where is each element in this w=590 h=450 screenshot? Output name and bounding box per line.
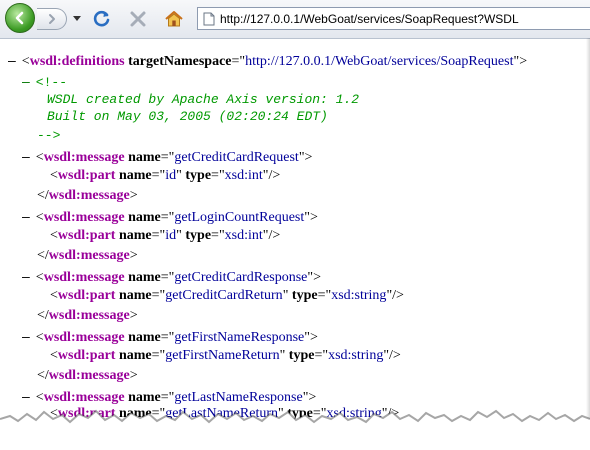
forward-button[interactable] (37, 8, 67, 30)
xml-part: <wsdl:part name="getCreditCardReturn" ty… (50, 288, 404, 303)
xml-attribute-value: http://127.0.0.1/WebGoat/services/SoapRe… (245, 54, 514, 69)
browser-toolbar: http://127.0.0.1/WebGoat/services/SoapRe… (0, 0, 590, 39)
history-dropdown-button[interactable] (71, 13, 83, 25)
refresh-button[interactable] (90, 7, 114, 31)
xml-part: <wsdl:part name="getFirstNameReturn" typ… (50, 348, 401, 363)
stop-icon (130, 11, 146, 27)
xml-document: – <wsdl:definitions targetNamespace="http… (0, 39, 590, 450)
address-bar[interactable]: http://127.0.0.1/WebGoat/services/SoapRe… (197, 7, 590, 30)
home-icon (165, 11, 183, 27)
xml-comment-line: WSDL created by Apache Axis version: 1.2 (47, 92, 360, 107)
xml-part: <wsdl:part name="id" type="xsd:int"/> (50, 228, 281, 243)
navigation-buttons (5, 3, 87, 35)
xml-message-close: </wsdl:message> (37, 426, 138, 441)
xml-message-close: </wsdl:message> (37, 248, 138, 263)
back-icon (15, 11, 24, 25)
xml-message-open: – <wsdl:message name="getFirstNameRespons… (22, 328, 318, 345)
xml-part: <wsdl:part name="id" type="xsd:int"/> (50, 168, 281, 183)
xml-message-open: – <wsdl:message name="getLastNameResponse… (22, 388, 317, 405)
collapse-toggle[interactable]: – (22, 208, 30, 224)
xml-message-open: – <wsdl:message name="getCreditCardRespon… (22, 268, 321, 285)
stop-button[interactable] (126, 7, 150, 31)
xml-message-close: </wsdl:message> (37, 368, 138, 383)
collapse-toggle[interactable]: – (8, 52, 16, 68)
page-icon (198, 8, 220, 29)
home-button[interactable] (162, 7, 186, 31)
xml-message-close: </wsdl:message> (37, 308, 138, 323)
xml-tag: wsdl:definitions (29, 54, 125, 69)
xml-message-close: </wsdl:message> (37, 188, 138, 203)
xml-message-open: – <wsdl:message name="getCreditCardReques… (22, 148, 313, 165)
forward-icon (48, 14, 55, 24)
xml-comment-close: --> (37, 128, 61, 143)
edge-shadow (586, 38, 590, 450)
url-text[interactable]: http://127.0.0.1/WebGoat/services/SoapRe… (220, 12, 519, 26)
collapse-toggle[interactable]: – (22, 73, 30, 89)
collapse-toggle[interactable]: – (22, 388, 30, 404)
collapse-toggle[interactable]: – (22, 328, 30, 344)
collapse-toggle[interactable]: – (22, 268, 30, 284)
xml-comment-open: – <!-- (22, 73, 68, 90)
xml-attribute: targetNamespace (128, 54, 232, 69)
refresh-icon (93, 10, 110, 27)
xml-root-line: – <wsdl:definitions targetNamespace="http… (8, 52, 528, 69)
xml-comment-line: Built on May 03, 2005 (02:20:24 EDT) (47, 109, 328, 124)
collapse-toggle[interactable]: – (22, 148, 30, 164)
back-button[interactable] (5, 3, 35, 33)
xml-part: <wsdl:part name="getLastNameReturn" type… (50, 406, 400, 421)
history-dropdown-icon (73, 16, 81, 21)
xml-message-open: – <wsdl:message name="getLoginCountReques… (22, 208, 318, 225)
